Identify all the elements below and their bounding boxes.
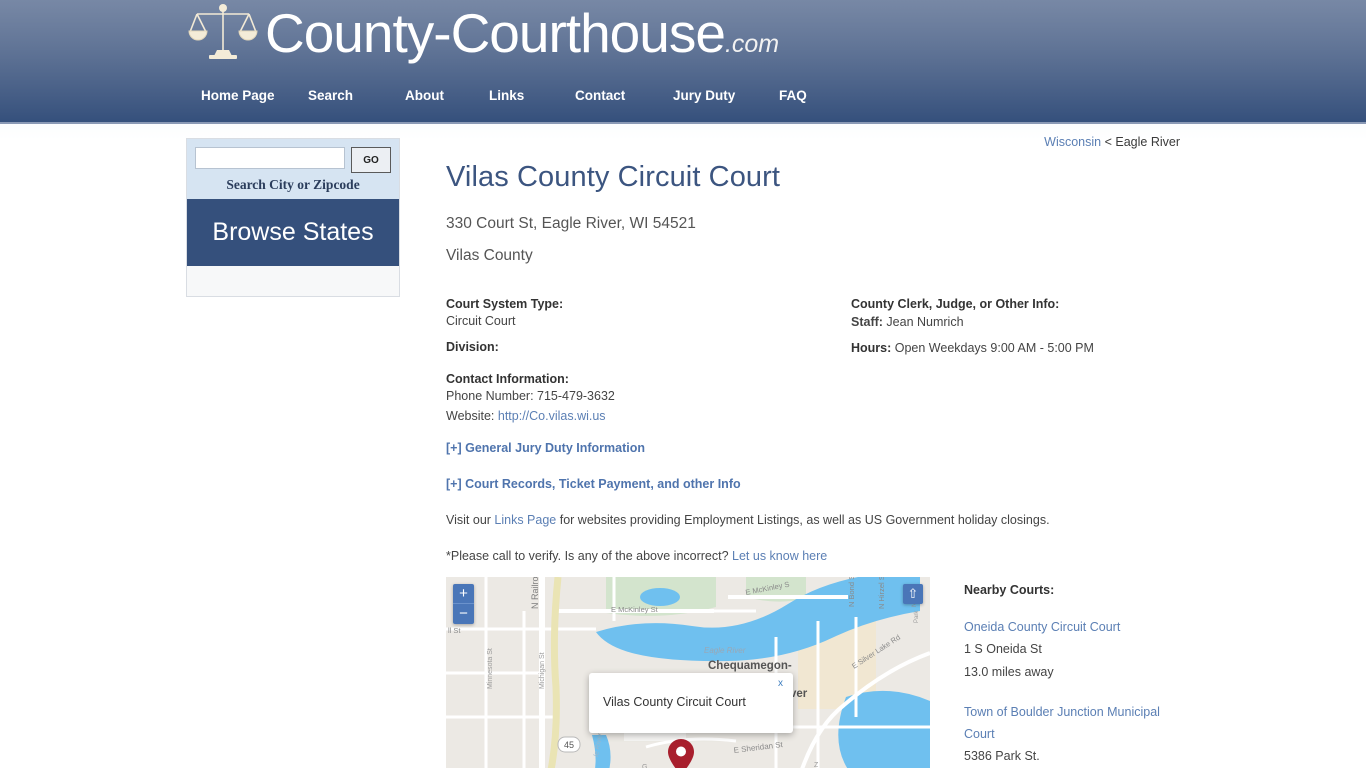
svg-text:E McKinley St: E McKinley St — [611, 605, 659, 614]
court-info-grid: Court System Type: Circuit Court Divisio… — [446, 297, 1183, 441]
hours-label: Hours: — [851, 341, 892, 355]
page-container: GO Search City or Zipcode Browse States … — [183, 124, 1183, 768]
nav-item-contact[interactable]: Contact — [575, 88, 673, 103]
main-navigation: Home Page Search About Links Contact Jur… — [191, 88, 839, 103]
breadcrumb-current: Eagle River — [1115, 135, 1180, 149]
expand-court-records-link[interactable]: [+] Court Records, Ticket Payment, and o… — [446, 477, 1183, 491]
svg-text:45: 45 — [564, 740, 574, 750]
svg-text:ll St: ll St — [448, 626, 461, 635]
header-inner: County-Courthouse.com Home Page Search A… — [183, 0, 1183, 122]
svg-text:Eagle River: Eagle River — [704, 646, 746, 655]
nearby-court-link[interactable]: Oneida County Circuit Court — [964, 616, 1183, 638]
search-caption: Search City or Zipcode — [226, 177, 360, 192]
nearby-courts-title: Nearby Courts: — [964, 583, 1055, 597]
court-system-type-block: Court System Type: Circuit Court — [446, 297, 851, 328]
hours-value: Open Weekdays 9:00 AM - 5:00 PM — [891, 341, 1094, 355]
breadcrumb: Wisconsin < Eagle River — [446, 124, 1183, 149]
nearby-court-distance: 13.0 miles away — [964, 664, 1054, 679]
map-zoom-in-button[interactable]: + — [453, 584, 474, 604]
page-layout: GO Search City or Zipcode Browse States … — [183, 124, 1183, 768]
site-header: County-Courthouse.com Home Page Search A… — [0, 0, 1366, 124]
expand-jury-duty-info-link[interactable]: [+] General Jury Duty Information — [446, 441, 1183, 455]
court-system-type-value: Circuit Court — [446, 314, 516, 328]
nearby-court-link[interactable]: Town of Boulder Junction Municipal Court — [964, 701, 1183, 746]
nearby-court-address: 1 S Oneida St — [964, 642, 1042, 657]
svg-text:Z: Z — [814, 762, 819, 768]
search-input[interactable] — [195, 147, 345, 169]
nearby-courts-panel: Nearby Courts: Oneida County Circuit Cou… — [930, 577, 1183, 768]
sidebar-footer — [187, 266, 399, 296]
map-zoom-out-button[interactable]: − — [453, 604, 474, 624]
clerk-info-label: County Clerk, Judge, or Other Info: — [851, 297, 1060, 311]
verify-paragraph-prefix: *Please call to verify. Is any of the ab… — [446, 549, 733, 563]
brand-name: County-Courthouse.com — [265, 1, 780, 64]
svg-text:G: G — [642, 764, 647, 768]
court-info-left-column: Court System Type: Circuit Court Divisio… — [446, 297, 851, 441]
page-title: Vilas County Circuit Court — [446, 161, 781, 193]
nav-item-search[interactable]: Search — [301, 88, 401, 103]
links-paragraph-suffix: for websites providing Employment Listin… — [556, 513, 1050, 527]
division-label: Division: — [446, 340, 499, 354]
main-content: Wisconsin < Eagle River Vilas County Cir… — [400, 124, 1183, 768]
nav-item-faq[interactable]: FAQ — [779, 88, 839, 103]
hours-row: Hours: Open Weekdays 9:00 AM - 5:00 PM — [851, 341, 1183, 355]
breadcrumb-separator: < — [1101, 135, 1116, 149]
links-paragraph-prefix: Visit our — [446, 513, 495, 527]
svg-text:N Bond St: N Bond St — [847, 577, 856, 607]
brand-tld: .com — [724, 29, 780, 58]
search-panel: GO Search City or Zipcode — [187, 139, 399, 199]
map-info-window: x Vilas County Circuit Court — [589, 673, 793, 733]
nearby-court-address: 5386 Park St. — [964, 749, 1040, 764]
map-info-window-close-icon[interactable]: x — [778, 678, 783, 689]
website-link[interactable]: http://Co.vilas.wi.us — [498, 409, 606, 423]
court-address: 330 Court St, Eagle River, WI 54521 — [446, 215, 696, 232]
nav-item-links[interactable]: Links — [489, 88, 575, 103]
verify-paragraph: *Please call to verify. Is any of the ab… — [446, 549, 1183, 563]
map-info-window-text: Vilas County Circuit Court — [603, 695, 746, 709]
map-zoom-controls: + − — [453, 584, 474, 624]
contact-information-label: Contact Information: — [446, 372, 569, 386]
contact-information-block: Contact Information: Phone Number: 715-4… — [446, 372, 851, 423]
website-label: Website: — [446, 409, 498, 423]
breadcrumb-state-link[interactable]: Wisconsin — [1044, 135, 1101, 149]
court-system-type-label: Court System Type: — [446, 297, 564, 311]
court-info-right-column: County Clerk, Judge, or Other Info: Staf… — [851, 297, 1183, 441]
website-row: Website: http://Co.vilas.wi.us — [446, 409, 851, 423]
nearby-court-item: Oneida County Circuit Court 1 S Oneida S… — [964, 616, 1183, 683]
phone-number: Phone Number: 715-479-3632 — [446, 389, 615, 403]
svg-text:Chequamegon-: Chequamegon- — [708, 660, 792, 672]
scales-of-justice-icon — [187, 2, 259, 64]
links-page-link[interactable]: Links Page — [494, 513, 556, 527]
location-map[interactable]: ll St E McKinley St E McKinley S Eagle R… — [446, 577, 930, 768]
svg-text:Minnesota St: Minnesota St — [487, 648, 494, 689]
browse-states-button[interactable]: Browse States — [187, 199, 399, 266]
links-page-paragraph: Visit our Links Page for websites provid… — [446, 513, 1183, 527]
search-row: GO — [195, 147, 391, 173]
let-us-know-link[interactable]: Let us know here — [732, 549, 827, 563]
map-and-nearby-area: ll St E McKinley St E McKinley S Eagle R… — [446, 577, 1183, 768]
nav-item-home-page[interactable]: Home Page — [191, 88, 301, 103]
svg-text:N Hirzel St: N Hirzel St — [877, 577, 886, 609]
nav-item-about[interactable]: About — [401, 88, 489, 103]
staff-label: Staff: — [851, 315, 883, 329]
search-go-button[interactable]: GO — [351, 147, 391, 173]
nav-item-jury-duty[interactable]: Jury Duty — [673, 88, 779, 103]
division-block: Division: — [446, 340, 851, 354]
svg-text:Park: Park — [914, 610, 920, 623]
nearby-court-item: Town of Boulder Junction Municipal Court… — [964, 701, 1183, 768]
sidebar: GO Search City or Zipcode Browse States — [186, 138, 400, 297]
site-logo[interactable]: County-Courthouse.com — [187, 2, 779, 64]
staff-row: Staff: Jean Numrich — [851, 315, 1183, 329]
court-county: Vilas County — [446, 247, 533, 264]
svg-text:N Railroad St: N Railroad St — [530, 577, 540, 609]
staff-value: Jean Numrich — [882, 315, 964, 329]
svg-text:Michigan St: Michigan St — [539, 652, 546, 689]
map-compass-north-icon[interactable]: ⇧ — [903, 584, 923, 604]
